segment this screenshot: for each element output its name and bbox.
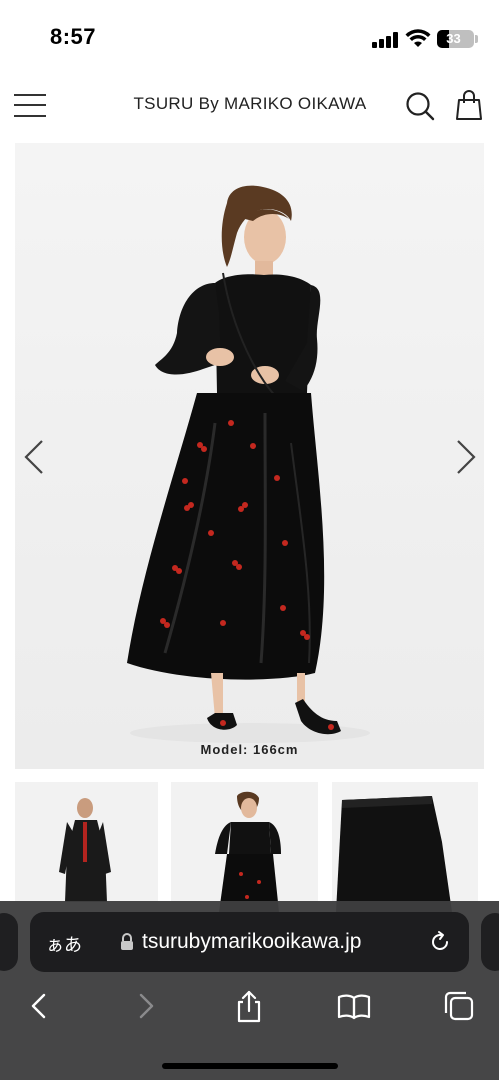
shopping-bag-icon[interactable] [454, 89, 484, 121]
model-photo [127, 185, 370, 743]
brand-logo[interactable]: TSURU By MARIKO OIKAWA [100, 94, 400, 114]
browser-toolbar: ぁあ tsurubymarikooikawa.jp [0, 901, 499, 1080]
battery-icon: 33 [437, 30, 474, 48]
bookmarks-icon[interactable] [337, 989, 371, 1023]
status-time: 8:57 [50, 24, 97, 49]
reload-icon[interactable] [428, 930, 452, 954]
thumbnail-3[interactable] [332, 782, 478, 912]
url-text[interactable]: tsurubymarikooikawa.jp [142, 930, 361, 954]
lock-icon [121, 933, 133, 950]
site-header: TSURU By MARIKO OIKAWA [0, 70, 499, 140]
page: 8:57 33 TSURU By MARIKO OIKAWA Model: 16… [0, 0, 499, 1080]
cellular-signal-icon [372, 32, 400, 48]
address-bar[interactable]: ぁあ tsurubymarikooikawa.jp [30, 912, 469, 972]
chevron-right-icon[interactable] [452, 437, 482, 477]
home-indicator [162, 1063, 338, 1069]
forward-icon [139, 993, 154, 1019]
share-icon[interactable] [232, 989, 266, 1023]
status-bar: 8:57 33 [0, 0, 499, 70]
thumbnail-1[interactable] [15, 782, 158, 912]
model-caption: Model: 166cm [200, 742, 299, 757]
chevron-left-icon[interactable] [18, 437, 48, 477]
search-icon[interactable] [404, 90, 436, 122]
thumbnail-2[interactable] [171, 782, 318, 912]
previous-tab-preview[interactable] [0, 913, 18, 971]
reader-settings-button[interactable]: ぁあ [46, 931, 82, 957]
next-tab-preview[interactable] [481, 913, 499, 971]
menu-icon[interactable] [14, 92, 46, 118]
battery-level: 33 [446, 31, 461, 46]
thumbnail-strip [15, 782, 499, 912]
wifi-icon [405, 29, 431, 47]
product-image[interactable] [15, 143, 484, 769]
back-icon[interactable] [22, 989, 56, 1023]
tabs-icon[interactable] [442, 989, 476, 1023]
